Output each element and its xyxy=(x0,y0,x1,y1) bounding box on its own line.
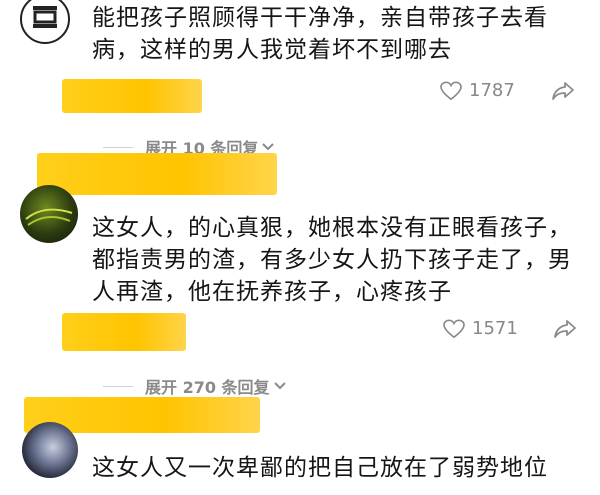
share-icon xyxy=(554,320,576,338)
divider xyxy=(103,146,133,148)
heart-icon xyxy=(440,81,462,100)
expand-replies-button[interactable]: 展开 270 条回复 xyxy=(103,374,287,398)
commenter-avatar[interactable] xyxy=(20,185,78,243)
redacted-username xyxy=(62,313,186,351)
chevron-down-icon xyxy=(262,143,275,151)
comment-line: 这女人，的心真狠，她根本没有正眼看孩子， xyxy=(92,215,572,241)
like-button[interactable]: 1571 xyxy=(443,318,518,339)
avatar-emblem-icon xyxy=(33,6,57,28)
divider xyxy=(103,385,133,387)
comment-text: 这女人又一次卑鄙的把自己放在了弱势地位 xyxy=(92,452,597,484)
comment-text: 这女人，的心真狠，她根本没有正眼看孩子， 都指责男的渣，有多少女人扔下孩子走了，… xyxy=(92,212,597,308)
share-button[interactable] xyxy=(551,81,575,105)
redacted-username xyxy=(62,79,202,113)
share-icon xyxy=(552,82,574,100)
comment-line: 病，这样的男人我觉着坏不到哪去 xyxy=(92,37,452,63)
like-count: 1787 xyxy=(469,80,515,101)
commenter-avatar[interactable] xyxy=(22,422,78,478)
comment-line: 能把孩子照顾得干干净净，亲自带孩子去看 xyxy=(92,5,548,31)
commenter-avatar[interactable] xyxy=(20,0,70,44)
avatar-image xyxy=(25,208,73,226)
like-count: 1571 xyxy=(472,318,518,339)
comment-text: 能把孩子照顾得干干净净，亲自带孩子去看 病，这样的男人我觉着坏不到哪去 xyxy=(92,2,592,66)
heart-icon xyxy=(443,319,465,338)
chevron-down-icon xyxy=(273,382,286,390)
like-button[interactable]: 1787 xyxy=(440,80,515,101)
comment-line: 都指责男的渣，有多少女人扔下孩子走了，男 xyxy=(92,247,572,273)
share-button[interactable] xyxy=(553,319,577,343)
comment-line: 这女人又一次卑鄙的把自己放在了弱势地位 xyxy=(92,455,548,481)
expand-replies-label: 展开 270 条回复 xyxy=(145,378,270,397)
redacted-username xyxy=(37,153,277,195)
comment-line: 人再渣，他在抚养孩子，心疼孩子 xyxy=(92,279,452,305)
